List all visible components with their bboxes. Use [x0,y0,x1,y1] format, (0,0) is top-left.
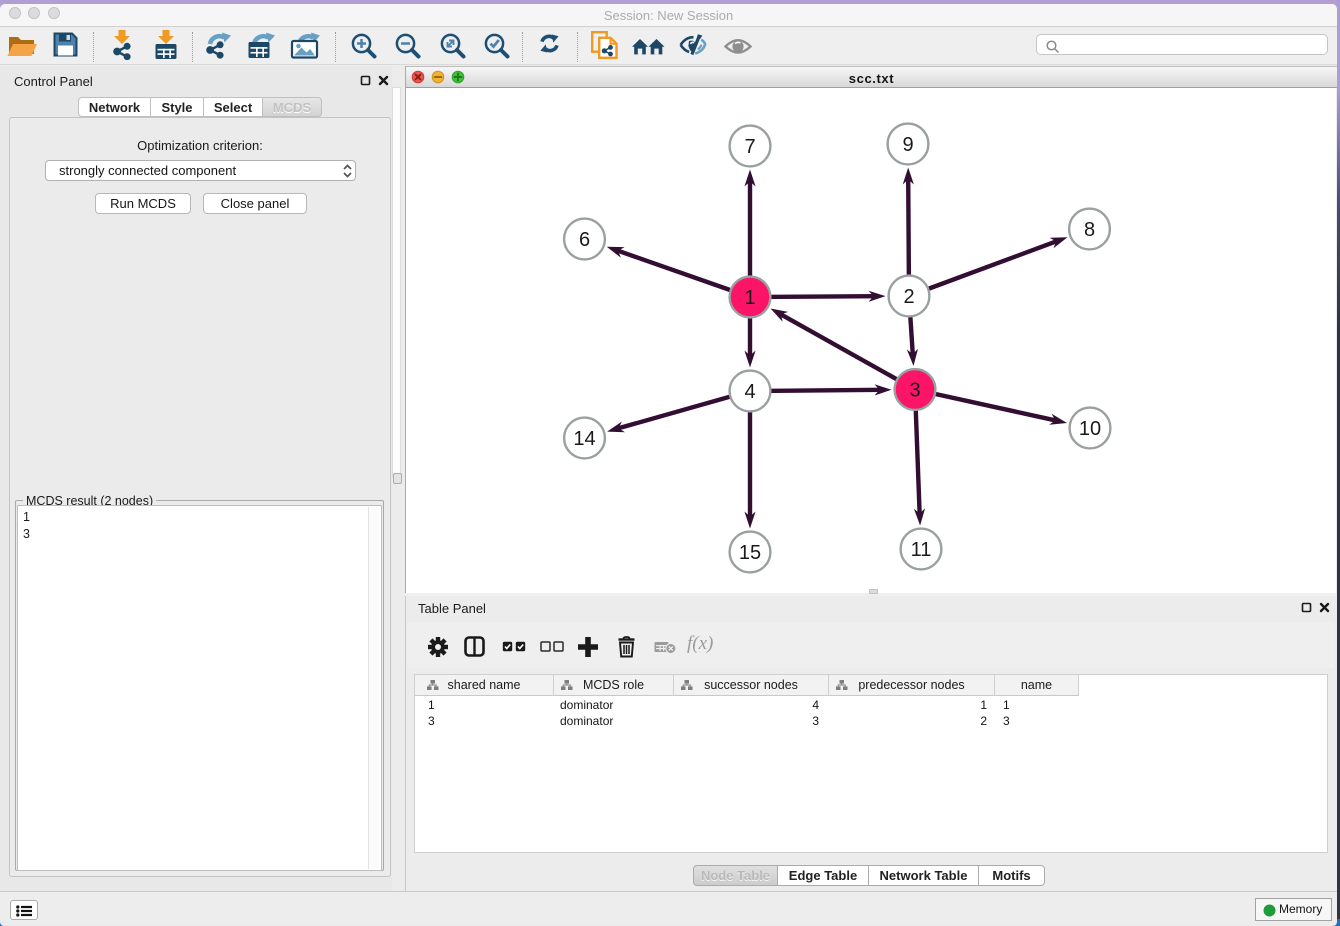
svg-text:10: 10 [1079,418,1101,440]
svg-text:1: 1 [744,287,755,309]
svg-text:15: 15 [739,542,761,564]
svg-text:6: 6 [579,229,590,251]
svg-text:2: 2 [903,286,914,308]
svg-text:8: 8 [1084,219,1095,241]
svg-text:14: 14 [573,428,595,450]
svg-text:3: 3 [909,380,920,402]
svg-text:11: 11 [911,539,932,561]
svg-text:9: 9 [902,134,913,156]
svg-text:4: 4 [744,381,755,403]
svg-text:7: 7 [744,136,755,158]
